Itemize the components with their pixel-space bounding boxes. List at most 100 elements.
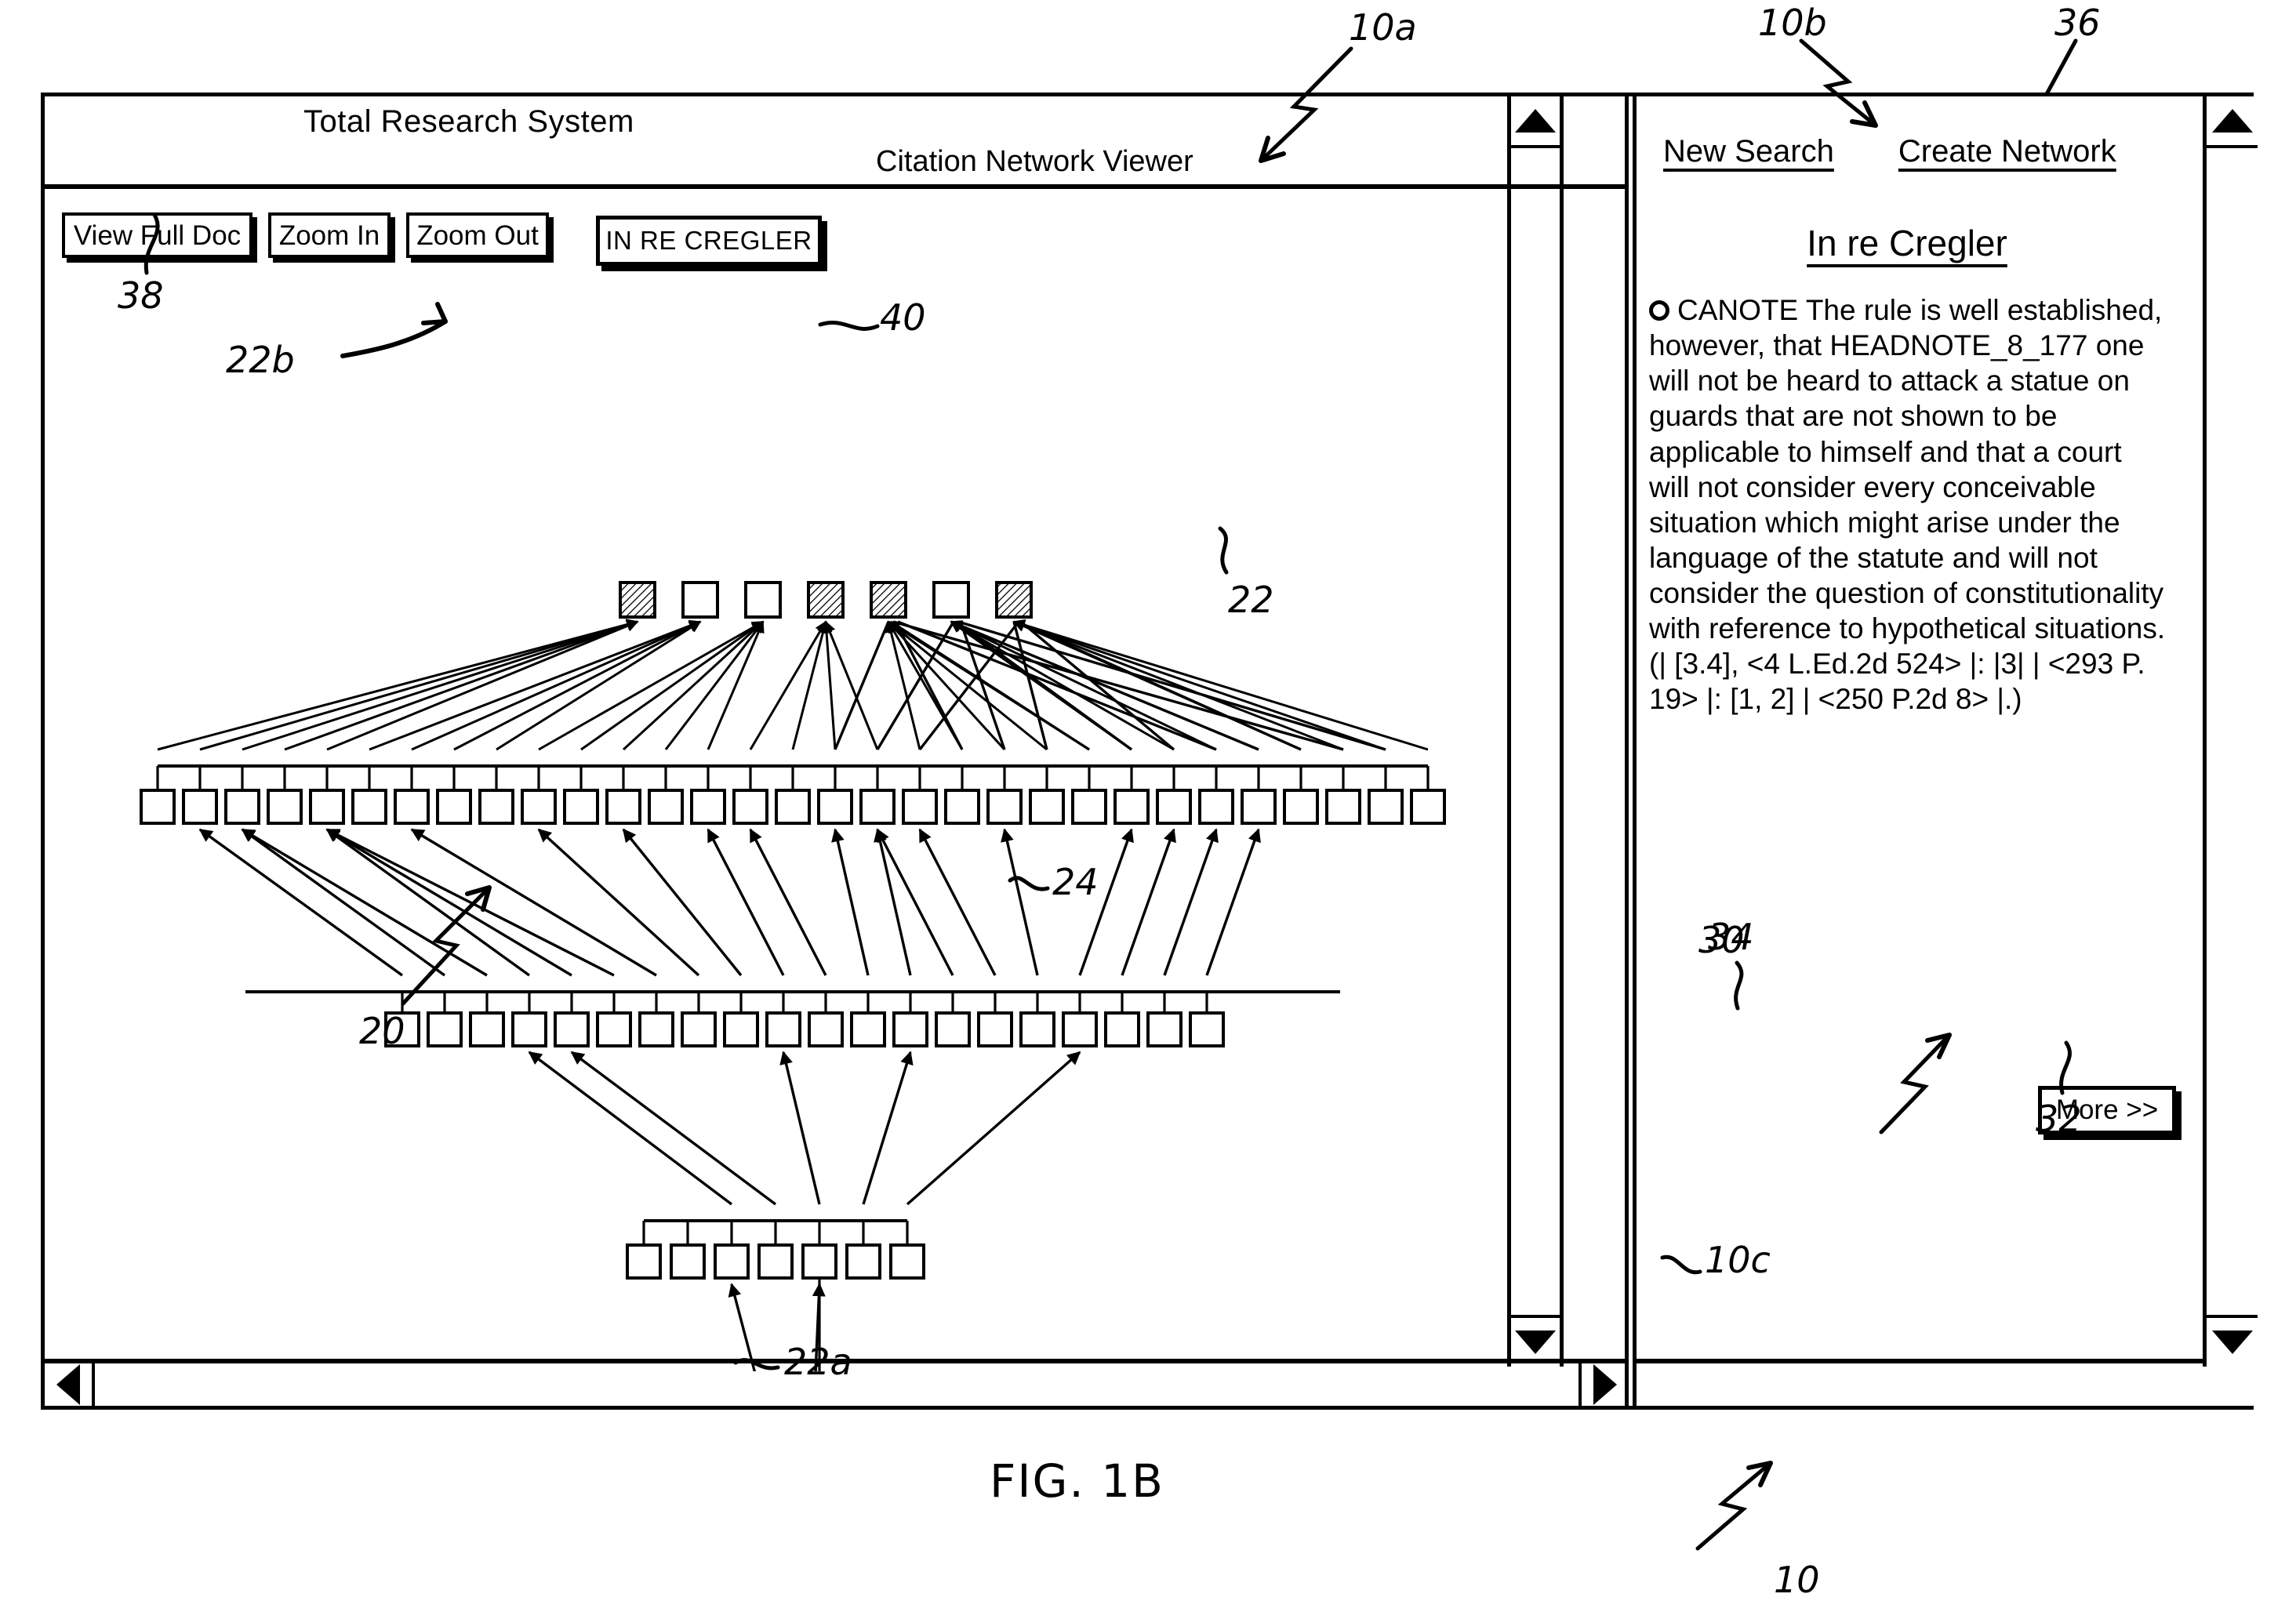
graph-node[interactable] <box>394 789 430 825</box>
graph-node[interactable] <box>1198 789 1234 825</box>
document-title[interactable]: In re Cregler <box>1637 222 2178 264</box>
zoom-out-button[interactable]: Zoom Out <box>406 212 549 258</box>
graph-node[interactable] <box>224 789 260 825</box>
graph-node[interactable] <box>1019 1011 1055 1047</box>
graph-node[interactable] <box>902 789 938 825</box>
graph-node[interactable] <box>1410 789 1446 825</box>
graph-node[interactable] <box>801 1243 837 1280</box>
graph-node[interactable] <box>351 789 387 825</box>
graph-node[interactable] <box>1241 789 1277 825</box>
graph-node[interactable] <box>690 789 726 825</box>
graph-node[interactable] <box>681 1011 717 1047</box>
graph-node-highlighted[interactable] <box>807 581 845 619</box>
graph-node[interactable] <box>309 789 345 825</box>
graph-node[interactable] <box>267 789 303 825</box>
graph-node[interactable] <box>681 581 719 619</box>
graph-node[interactable] <box>944 789 980 825</box>
graph-node[interactable] <box>1156 789 1192 825</box>
graph-node[interactable] <box>563 789 599 825</box>
graph-node[interactable] <box>554 1011 590 1047</box>
graph-node[interactable] <box>732 789 768 825</box>
graph-node[interactable] <box>140 789 176 825</box>
ref-10: 10 <box>1774 1559 1820 1601</box>
application-title: Total Research System <box>303 104 634 139</box>
ref-20: 20 <box>359 1010 405 1052</box>
graph-node[interactable] <box>892 1011 928 1047</box>
graph-node[interactable] <box>469 1011 505 1047</box>
graph-node[interactable] <box>986 789 1023 825</box>
ref-22b: 22b <box>226 339 295 381</box>
create-network-link[interactable]: Create Network <box>1898 134 2116 169</box>
viewer-title: Citation Network Viewer <box>876 145 1193 178</box>
view-full-doc-button[interactable]: View Full Doc <box>62 212 252 258</box>
triangle-left-icon <box>56 1364 80 1405</box>
ref-36: 36 <box>2054 2 2101 44</box>
ref-32: 32 <box>2036 1098 2082 1140</box>
graph-node[interactable] <box>626 1243 662 1280</box>
graph-node[interactable] <box>427 1011 463 1047</box>
graph-node[interactable] <box>977 1011 1013 1047</box>
graph-node[interactable] <box>1283 789 1319 825</box>
ref-38: 38 <box>118 274 164 317</box>
graph-node[interactable] <box>775 789 811 825</box>
citation-graph-svg[interactable] <box>45 274 1582 1371</box>
graph-node[interactable] <box>521 789 557 825</box>
graph-node[interactable] <box>757 1243 794 1280</box>
graph-node[interactable] <box>1113 789 1150 825</box>
left-pane-vertical-scrollbar[interactable] <box>1507 96 1564 1367</box>
graph-node[interactable] <box>765 1011 801 1047</box>
graph-node-highlighted[interactable] <box>870 581 907 619</box>
graph-node[interactable] <box>648 789 684 825</box>
scroll-right-button[interactable] <box>1578 1363 1629 1406</box>
zoom-in-button[interactable]: Zoom In <box>268 212 391 258</box>
graph-node[interactable] <box>436 789 472 825</box>
document-body: CANOTE The rule is well established, how… <box>1649 292 2167 717</box>
graph-node[interactable] <box>1071 789 1107 825</box>
scroll-down-button-right[interactable] <box>2207 1315 2258 1367</box>
citation-network-graph[interactable] <box>45 274 1582 1371</box>
graph-node[interactable] <box>478 789 514 825</box>
graph-node[interactable] <box>182 789 218 825</box>
ref-34: 34 <box>1708 916 1754 958</box>
graph-node[interactable] <box>845 1243 881 1280</box>
ref-24: 24 <box>1052 861 1099 903</box>
scroll-up-button-right[interactable] <box>2207 96 2258 148</box>
graph-node[interactable] <box>596 1011 632 1047</box>
document-pane-links: New Search Create Network <box>1663 134 2134 169</box>
graph-node[interactable] <box>1189 1011 1225 1047</box>
graph-node[interactable] <box>817 789 853 825</box>
graph-node[interactable] <box>1104 1011 1140 1047</box>
graph-node[interactable] <box>932 581 970 619</box>
graph-node[interactable] <box>1029 789 1065 825</box>
graph-node[interactable] <box>1146 1011 1183 1047</box>
graph-node[interactable] <box>1368 789 1404 825</box>
circle-bullet-icon <box>1649 300 1669 321</box>
graph-node[interactable] <box>670 1243 706 1280</box>
graph-node[interactable] <box>1325 789 1361 825</box>
triangle-right-icon <box>1593 1364 1617 1405</box>
graph-node[interactable] <box>850 1011 886 1047</box>
headnote-tag: CANOTE <box>1677 294 1799 326</box>
graph-node[interactable] <box>714 1243 750 1280</box>
graph-node[interactable] <box>638 1011 674 1047</box>
selected-case-chip[interactable]: IN RE CREGLER <box>596 216 822 266</box>
graph-node-highlighted[interactable] <box>619 581 656 619</box>
graph-node[interactable] <box>605 789 641 825</box>
graph-node[interactable] <box>889 1243 925 1280</box>
graph-node[interactable] <box>744 581 782 619</box>
document-body-text: The rule is well established, however, t… <box>1649 294 2166 716</box>
scroll-left-button[interactable] <box>45 1363 95 1406</box>
graph-node[interactable] <box>723 1011 759 1047</box>
application-window: Total Research System Citation Network V… <box>41 93 2258 1410</box>
scroll-up-button[interactable] <box>1511 96 1560 148</box>
graph-node[interactable] <box>935 1011 971 1047</box>
new-search-link[interactable]: New Search <box>1663 134 1834 169</box>
graph-node[interactable] <box>511 1011 547 1047</box>
graph-node[interactable] <box>808 1011 844 1047</box>
graph-node-highlighted[interactable] <box>995 581 1033 619</box>
graph-node[interactable] <box>1062 1011 1098 1047</box>
ref-10c: 10c <box>1705 1239 1771 1281</box>
graph-node[interactable] <box>859 789 896 825</box>
ref-10b: 10b <box>1758 2 1827 44</box>
right-pane-vertical-scrollbar[interactable] <box>2203 96 2258 1367</box>
